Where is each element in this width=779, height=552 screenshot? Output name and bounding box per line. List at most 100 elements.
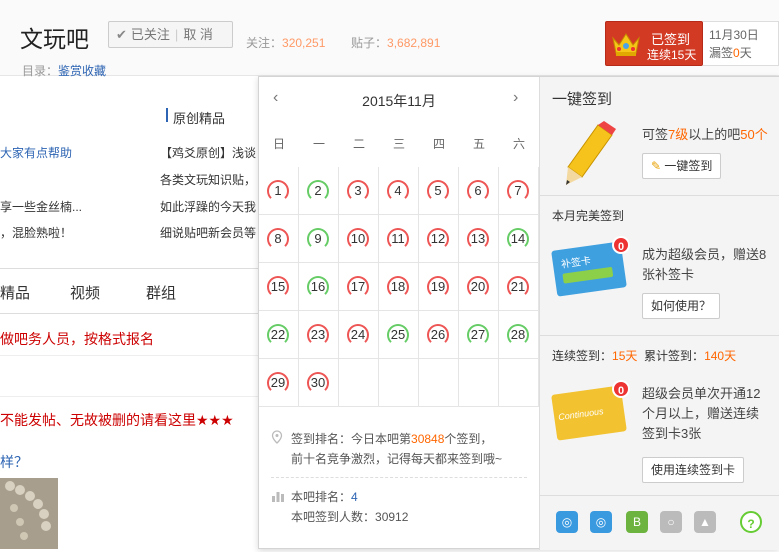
right-item-0[interactable]: 【鸡爻原创】浅谈 — [160, 144, 256, 161]
right-item-1[interactable]: 各类文玩知识贴， — [160, 171, 256, 188]
calendar-day[interactable]: 21 — [507, 276, 529, 298]
calendar-day[interactable]: 5 — [427, 180, 449, 202]
calendar-cell: 25 — [379, 311, 419, 359]
calendar-day[interactable]: 3 — [347, 180, 369, 202]
app-icon-4[interactable]: ○ — [660, 511, 682, 533]
calendar-day[interactable]: 6 — [467, 180, 489, 202]
calendar-day[interactable]: 10 — [347, 228, 369, 250]
calendar-day[interactable]: 23 — [307, 324, 329, 346]
directory-link[interactable]: 鉴赏收藏 — [58, 64, 106, 78]
calendar-day[interactable]: 18 — [387, 276, 409, 298]
follow-button[interactable]: ✔ 已关注 | 取 消 — [108, 21, 233, 48]
weekday-label: 五 — [472, 137, 485, 151]
help-icon[interactable]: ? — [740, 511, 762, 533]
continuous-card-badge: 0 — [612, 380, 630, 398]
calendar-day[interactable]: 1 — [267, 180, 289, 202]
next-month-icon[interactable]: › — [513, 89, 518, 107]
thread-title-2[interactable]: 样？ — [0, 452, 28, 472]
weekday-label: 六 — [512, 137, 525, 151]
calendar-day[interactable]: 20 — [467, 276, 489, 298]
calendar-day[interactable]: 24 — [347, 324, 369, 346]
calendar-day[interactable]: 29 — [267, 372, 289, 394]
app-icon-3[interactable]: B — [626, 511, 648, 533]
unfollow-button[interactable]: 取 消 — [183, 27, 213, 42]
calendar-cell: 20 — [459, 263, 499, 311]
pencil-small-icon: ✎ — [651, 159, 662, 173]
right-item-3[interactable]: 细说贴吧新会员等 — [160, 224, 256, 241]
calendar-cell: 24 — [339, 311, 379, 359]
onekey-sign-button[interactable]: ✎ 一键签到 — [642, 153, 722, 179]
tab-group[interactable]: 群组 — [146, 282, 176, 303]
calendar-day[interactable]: 15 — [267, 276, 289, 298]
calendar-day[interactable]: 11 — [387, 228, 409, 250]
left-item-1[interactable]: 享一些金丝楠... — [0, 198, 82, 215]
crown-icon — [612, 33, 640, 56]
calendar-day[interactable]: 22 — [267, 324, 289, 346]
calendar-day[interactable]: 30 — [307, 372, 329, 394]
calendar-day[interactable]: 19 — [427, 276, 449, 298]
calendar-day[interactable]: 9 — [307, 228, 329, 250]
calendar-cell: 27 — [459, 311, 499, 359]
calendar-cell — [459, 359, 499, 407]
streak-label: 连续15天 — [647, 48, 697, 62]
calendar-cell — [499, 359, 539, 407]
left-item-2[interactable]: ，混脸熟啦！ — [0, 224, 72, 241]
calendar-cell: 1 — [259, 167, 299, 215]
perfect-desc: 成为超级会员，赠送8 张补签卡 — [642, 247, 767, 282]
streak-section: 连续签到：15天 累计签到：140天 Continuous 0 超级会员单次开通… — [540, 336, 779, 496]
calendar-day[interactable]: 8 — [267, 228, 289, 250]
thread-thumbnail[interactable] — [0, 478, 58, 549]
calendar-cell: 18 — [379, 263, 419, 311]
app-icon-2[interactable]: ◎ — [590, 511, 612, 533]
post-count: 贴子：3,682,891 — [351, 36, 441, 50]
thread-title-0[interactable]: 做吧务人员，按格式报名 — [0, 329, 154, 349]
calendar-day[interactable]: 2 — [307, 180, 329, 202]
bar-rank: 本吧排名：4 本吧签到人数：30912 — [291, 490, 409, 524]
follow-count: 关注：320,251 — [246, 36, 326, 50]
app-icon-5[interactable]: ▲ — [694, 511, 716, 533]
calendar-cell: 7 — [499, 167, 539, 215]
today-rank: 签到排名：今日本吧第30848个签到， 前十名竞争激烈，记得每天都来签到哦~ — [291, 432, 503, 466]
calendar-day[interactable]: 28 — [507, 324, 529, 346]
onekey-desc: 可签7级以上的吧50个 — [642, 127, 768, 142]
calendar-cell: 23 — [299, 311, 339, 359]
thread-title-1[interactable]: 不能发帖、无故被删的请看这里★★★ — [0, 410, 234, 430]
calendar-day[interactable]: 16 — [307, 276, 329, 298]
calendar-day[interactable]: 25 — [387, 324, 409, 346]
signed-button[interactable]: 已签到 连续15天 — [605, 21, 703, 66]
app-icon-1[interactable]: ◎ — [556, 511, 578, 533]
forum-title[interactable]: 文玩吧 — [20, 20, 89, 54]
calendar-day[interactable]: 12 — [427, 228, 449, 250]
calendar-cell — [419, 359, 459, 407]
how-to-use-button[interactable]: 如何使用？ — [642, 293, 721, 319]
calendar-day[interactable]: 27 — [467, 324, 489, 346]
tab-video[interactable]: 视频 — [70, 282, 100, 303]
calendar-cell: 22 — [259, 311, 299, 359]
calendar-day[interactable]: 13 — [467, 228, 489, 250]
use-continuous-card-button[interactable]: 使用连续签到卡 — [642, 457, 745, 483]
calendar-cell: 13 — [459, 215, 499, 263]
perfect-title: 本月完美签到 — [552, 209, 625, 223]
weekday-label: 日 — [272, 137, 285, 151]
calendar-day[interactable]: 7 — [507, 180, 529, 202]
weekday-label: 二 — [352, 137, 365, 151]
super-desc: 超级会员单次开通12 个月以上，赠送连续 签到卡3张 — [642, 386, 761, 441]
calendar-day[interactable]: 4 — [387, 180, 409, 202]
calendar-cell: 12 — [419, 215, 459, 263]
tab-featured[interactable]: 精品 — [0, 282, 30, 303]
sign-calendar-popup: ‹ 2015年11月 › 日一二三四五六 1 2 3 4 5 6 7 8 9 10 11 12 13 14… — [258, 76, 779, 550]
sign-options-panel: 一键签到 可签7级以上的吧50个 ✎ 一键签到 本月完美签到 补签卡 0 成为超… — [539, 77, 779, 550]
check-icon: ✔ — [116, 27, 127, 42]
calendar-cell: 26 — [419, 311, 459, 359]
left-item-0[interactable]: 大家有点帮助 — [0, 144, 72, 161]
content-nav — [0, 268, 258, 314]
calendar-cell: 2 — [299, 167, 339, 215]
section-title: 原创精品 — [173, 111, 226, 126]
onekey-section: 一键签到 可签7级以上的吧50个 ✎ 一键签到 — [540, 77, 779, 196]
weekday-label: 一 — [312, 137, 325, 151]
calendar-day[interactable]: 17 — [347, 276, 369, 298]
right-item-2[interactable]: 如此浮躁的今天我 — [160, 198, 256, 215]
calendar-day[interactable]: 14 — [507, 228, 529, 250]
calendar-cell — [339, 359, 379, 407]
calendar-day[interactable]: 26 — [427, 324, 449, 346]
